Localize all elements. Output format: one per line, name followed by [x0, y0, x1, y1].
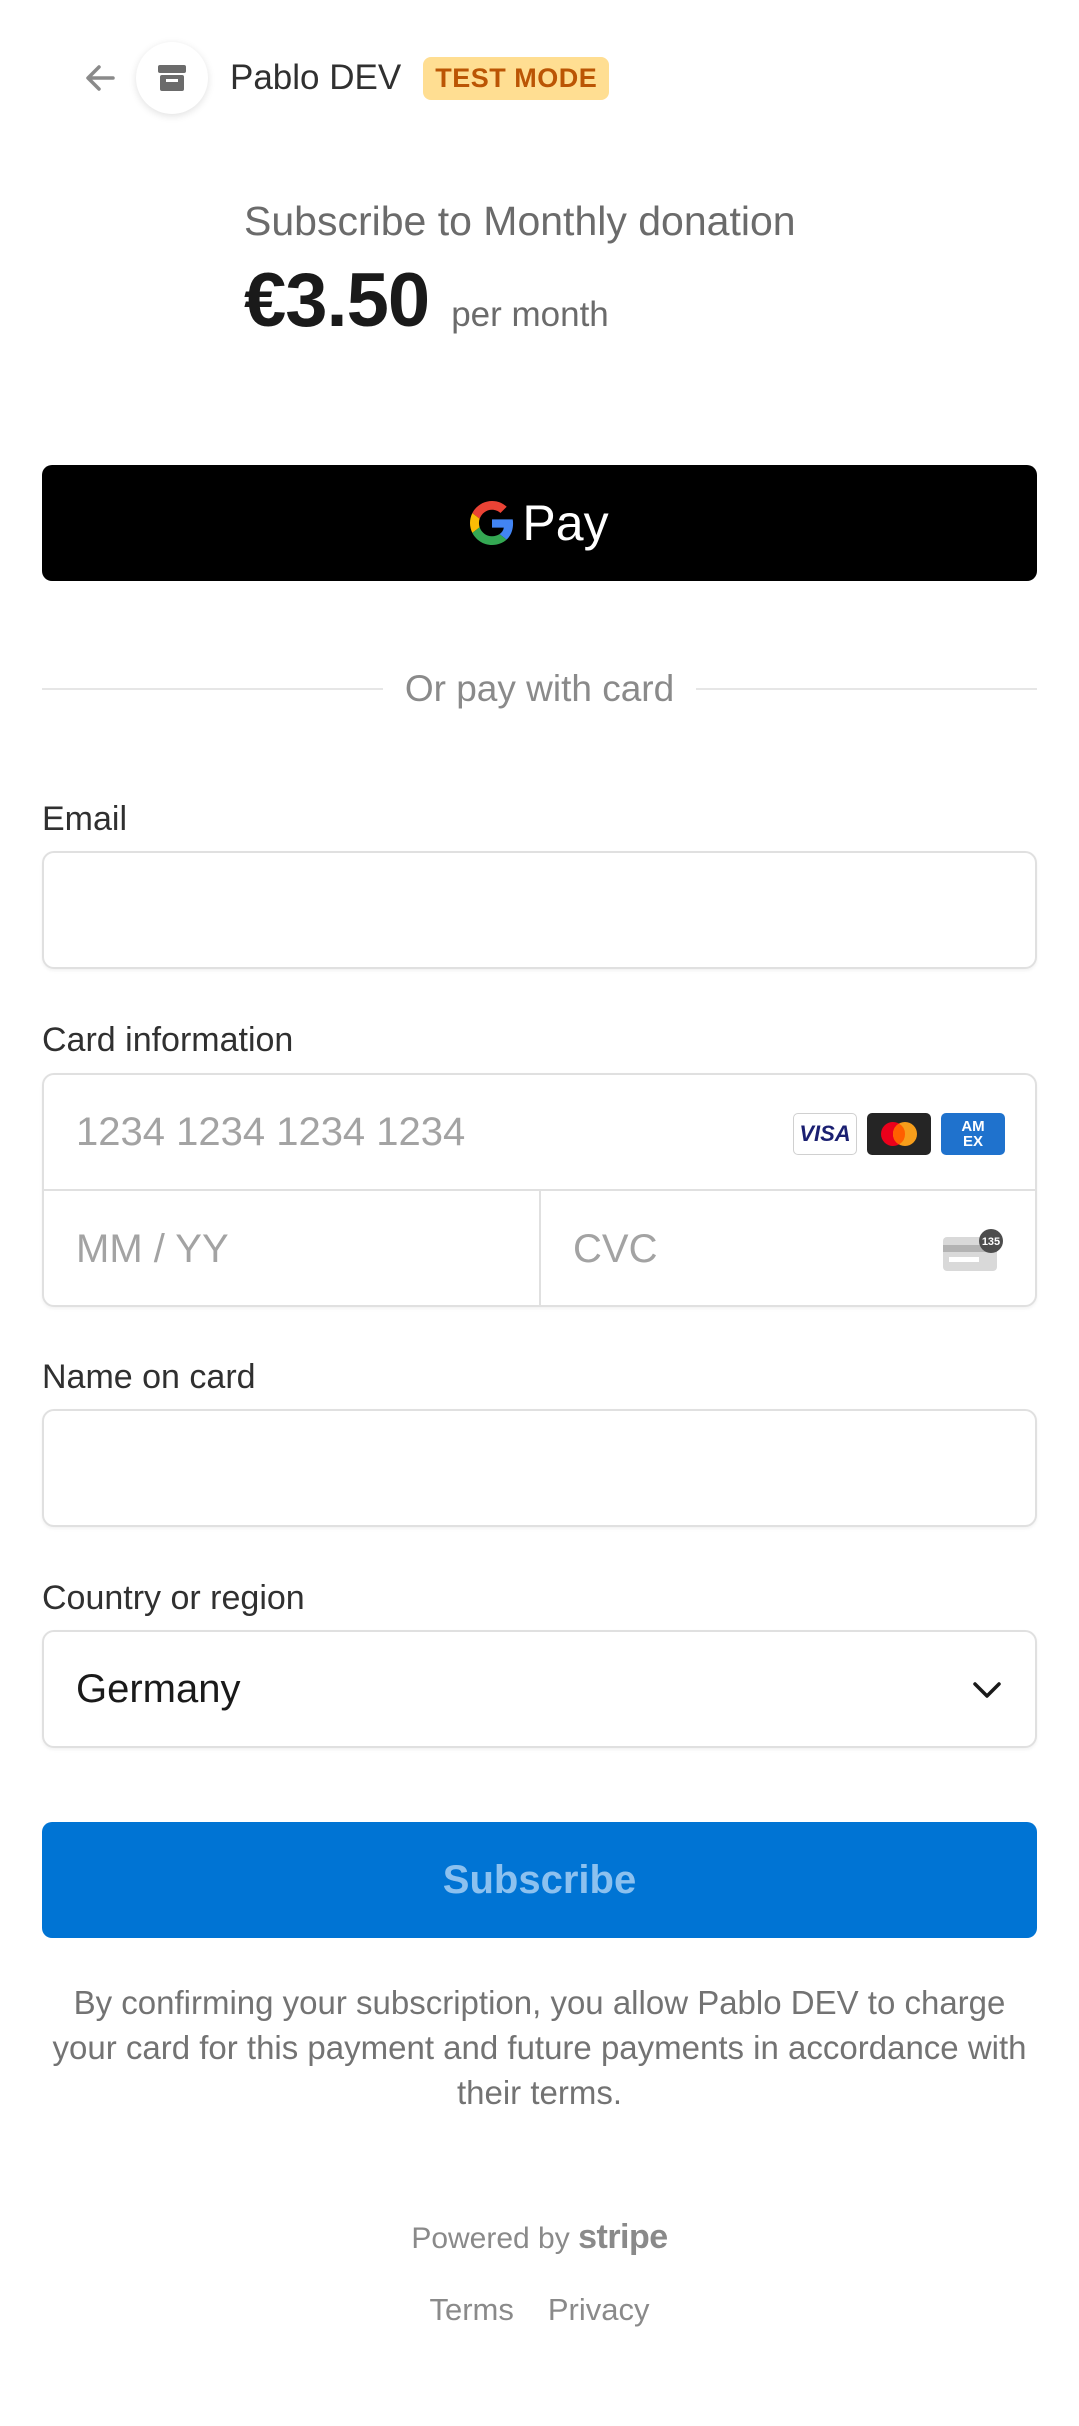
country-selected-value: Germany [76, 1667, 241, 1711]
card-cvc-wrapper: 135 [541, 1191, 1037, 1307]
subscribe-label: Subscribe [442, 1857, 637, 1902]
visa-icon: VISA [793, 1113, 857, 1155]
mastercard-icon [867, 1113, 931, 1155]
privacy-link[interactable]: Privacy [548, 2292, 650, 2328]
subscribe-button[interactable]: Subscribe [42, 1822, 1037, 1938]
stripe-logo: stripe [578, 2218, 668, 2256]
card-expiry-input[interactable] [44, 1191, 539, 1307]
merchant-avatar [136, 42, 208, 114]
country-select[interactable]: Germany [42, 1630, 1037, 1748]
powered-by-text: Powered by [411, 2222, 570, 2255]
merchant-name: Pablo DEV [230, 58, 402, 97]
name-field-wrapper [42, 1409, 1037, 1527]
name-on-card-input[interactable] [44, 1411, 1035, 1525]
price-amount: €3.50 [244, 258, 430, 343]
test-mode-badge: TEST MODE [423, 56, 610, 100]
cvc-card-icon: 135 [943, 1229, 1003, 1271]
card-information-label: Card information [42, 1021, 294, 1059]
google-pay-button[interactable]: Pay [42, 465, 1037, 581]
amex-icon: AM EX [941, 1113, 1005, 1155]
card-information-group: VISA AMEX 135 [42, 1073, 1037, 1307]
divider-text: Or pay with card [404, 668, 675, 709]
card-brands: VISA AM EX [793, 1113, 1005, 1155]
price-row: €3.50 per month [244, 257, 796, 344]
card-number-wrapper: VISA AMEX [44, 1075, 1035, 1191]
legal-text: By confirming your subscription, you all… [52, 1984, 1027, 2111]
google-pay-label: Pay [522, 495, 609, 551]
footer-links: Terms Privacy [0, 2292, 1079, 2328]
divider-line [696, 688, 1037, 690]
header: Pablo DEV TEST MODE [78, 42, 610, 114]
chevron-down-icon [973, 1682, 1001, 1698]
product-summary: Subscribe to Monthly donation €3.50 per … [244, 198, 796, 344]
google-g-icon [470, 501, 514, 545]
name-on-card-label: Name on card [42, 1358, 256, 1396]
cvc-icon-text: 135 [982, 1236, 1000, 1248]
product-title: Subscribe to Monthly donation [244, 198, 796, 244]
price-period: per month [451, 295, 609, 334]
arrow-left-icon [86, 65, 115, 91]
email-label: Email [42, 800, 128, 838]
terms-link[interactable]: Terms [429, 2292, 513, 2328]
email-field-wrapper [42, 851, 1037, 969]
divider-line [42, 688, 383, 690]
or-divider: Or pay with card [42, 664, 1037, 714]
back-button[interactable] [78, 56, 122, 100]
email-input[interactable] [44, 853, 1035, 967]
card-expiry-wrapper [44, 1191, 541, 1307]
powered-by[interactable]: Powered by stripe [0, 2218, 1079, 2257]
country-label: Country or region [42, 1579, 305, 1617]
store-icon [158, 65, 186, 91]
